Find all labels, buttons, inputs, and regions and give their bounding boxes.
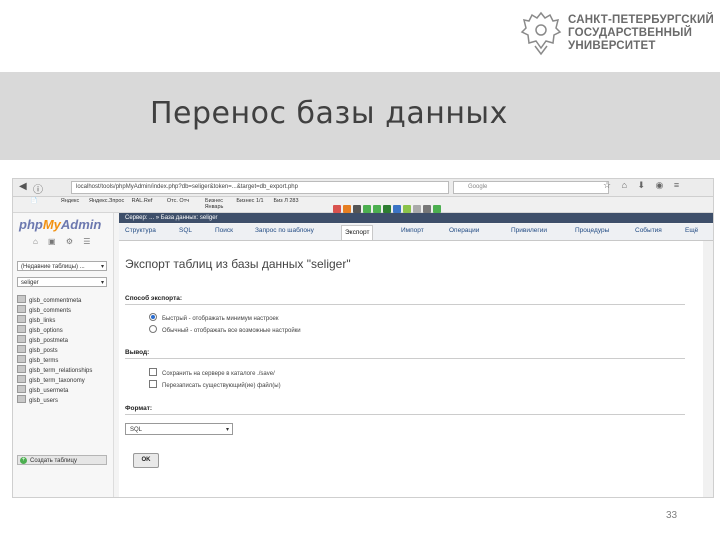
bookmark-item[interactable]: Яндекс — [53, 198, 87, 204]
phpmyadmin-logo[interactable]: phpMyAdmin — [19, 217, 101, 232]
logo-line-2: ГОСУДАРСТВЕННЫЙ — [568, 27, 693, 39]
tab-structure[interactable]: Структура — [125, 227, 156, 234]
divider — [125, 414, 685, 415]
table-list: glsb_commentmeta glsb_comments glsb_link… — [17, 295, 92, 405]
coat-of-arms-icon — [520, 11, 562, 56]
chevron-down-icon: ▾ — [100, 264, 104, 270]
breadcrumb[interactable]: Сервер: ... » База данных: seliger — [119, 213, 713, 223]
custom-export-option[interactable]: Обычный - отображать все возможные настр… — [149, 325, 301, 334]
tab-events[interactable]: События — [635, 227, 662, 234]
navigation-panel: phpMyAdmin ⌂ ▣ ⚙ ☰ (Недавние таблицы) ..… — [13, 213, 114, 497]
save-on-server-checkbox[interactable]: Сохранить на сервере в каталоге ./save/ — [149, 368, 275, 377]
list-item[interactable]: glsb_posts — [17, 345, 92, 355]
chevron-down-icon: ▾ — [100, 280, 104, 286]
tab-sql[interactable]: SQL — [179, 227, 192, 234]
tab-query[interactable]: Запрос по шаблону — [255, 227, 314, 234]
table-icon — [17, 355, 26, 363]
tab-search[interactable]: Поиск — [215, 227, 233, 234]
bookmark-item[interactable]: Бизнес Январь — [197, 198, 231, 210]
plus-icon: + — [20, 457, 27, 464]
quick-export-option[interactable]: Быстрый - отображать минимум настроек — [149, 313, 279, 322]
export-method-label: Способ экспорта: — [125, 295, 183, 302]
bookmarks-bar: 📄 Яндекс Яндекс.Зпрос RAL.Ref Отс. Отч Б… — [13, 197, 713, 213]
table-icon — [17, 335, 26, 343]
output-label: Вывод: — [125, 349, 150, 356]
table-icon — [17, 365, 26, 373]
list-item[interactable]: glsb_options — [17, 325, 92, 335]
slide-title: Перенос базы данных — [150, 96, 508, 131]
tab-operations[interactable]: Операции — [449, 227, 479, 234]
scrollbar[interactable] — [703, 241, 713, 497]
table-icon — [17, 395, 26, 403]
page-number: 33 — [666, 510, 678, 521]
tab-export[interactable]: Экспорт — [341, 225, 374, 240]
table-icon — [17, 385, 26, 393]
table-icon — [17, 375, 26, 383]
bookmark-item[interactable]: RAL.Ref — [125, 198, 159, 204]
divider — [125, 304, 685, 305]
divider — [125, 358, 685, 359]
tab-import[interactable]: Импорт — [401, 227, 424, 234]
tab-bar: Структура SQL Поиск Запрос по шаблону Эк… — [119, 224, 713, 241]
create-table-button[interactable]: + Создать таблицу — [17, 455, 107, 465]
ok-button[interactable]: OK — [133, 453, 159, 468]
page-title: Экспорт таблиц из базы данных "seliger" — [125, 257, 351, 271]
bookmark-item[interactable]: Биз Л 283 — [269, 198, 303, 204]
radio-selected — [149, 313, 157, 321]
address-bar[interactable]: localhost/tools/phpMyAdmin/index.php?db=… — [71, 181, 449, 194]
table-icon — [17, 325, 26, 333]
format-select[interactable]: SQL ▾ — [125, 423, 233, 435]
table-icon — [17, 315, 26, 323]
tab-more[interactable]: Ещё — [685, 227, 698, 234]
checkbox — [149, 368, 157, 376]
toolbar-icons[interactable]: ☆ ⌂ ⬇ ◉ ≡ — [603, 180, 683, 191]
list-item[interactable]: glsb_commentmeta — [17, 295, 92, 305]
chevron-down-icon: ▾ — [225, 427, 229, 433]
list-item[interactable]: glsb_usermeta — [17, 385, 92, 395]
radio — [149, 325, 157, 333]
back-icon[interactable]: ◀ — [19, 181, 27, 192]
list-item[interactable]: glsb_users — [17, 395, 92, 405]
list-item[interactable]: glsb_term_relationships — [17, 365, 92, 375]
bookmark-item[interactable]: Бизнес 1/1 — [233, 198, 267, 204]
tab-routines[interactable]: Процедуры — [575, 227, 609, 234]
home-icon[interactable]: ⌂ ▣ ⚙ ☰ — [33, 237, 94, 246]
recent-tables-select[interactable]: (Недавние таблицы) ... ▾ — [17, 261, 107, 271]
info-icon[interactable]: ⓘ — [33, 181, 43, 196]
browser-toolbar: ◀ ⓘ localhost/tools/phpMyAdmin/index.php… — [13, 179, 713, 197]
bookmark-icon[interactable]: 📄 — [17, 198, 51, 204]
logo-line-3: УНИВЕРСИТЕТ — [568, 40, 656, 52]
logo-line-1: САНКТ-ПЕТЕРБУРГСКИЙ — [568, 14, 714, 26]
table-icon — [17, 295, 26, 303]
browser-screenshot: ◀ ⓘ localhost/tools/phpMyAdmin/index.php… — [12, 178, 714, 498]
list-item[interactable]: glsb_links — [17, 315, 92, 325]
bookmark-item[interactable]: Яндекс.Зпрос — [89, 198, 124, 204]
database-select[interactable]: seliger ▾ — [17, 277, 107, 287]
table-icon — [17, 345, 26, 353]
list-item[interactable]: glsb_postmeta — [17, 335, 92, 345]
list-item[interactable]: glsb_term_taxonomy — [17, 375, 92, 385]
table-icon — [17, 305, 26, 313]
checkbox — [149, 380, 157, 388]
list-item[interactable]: glsb_terms — [17, 355, 92, 365]
bookmark-item[interactable]: Отс. Отч — [161, 198, 195, 204]
overwrite-checkbox[interactable]: Перезаписать существующий(ие) файл(ы) — [149, 380, 281, 389]
search-box[interactable]: Google — [453, 181, 609, 194]
format-label: Формат: — [125, 405, 153, 412]
tab-privileges[interactable]: Привилегии — [511, 227, 547, 234]
list-item[interactable]: glsb_comments — [17, 305, 92, 315]
university-logo: САНКТ-ПЕТЕРБУРГСКИЙ ГОСУДАРСТВЕННЫЙ УНИВ… — [520, 10, 714, 58]
export-panel: Экспорт таблиц из базы данных "seliger" … — [119, 241, 713, 497]
